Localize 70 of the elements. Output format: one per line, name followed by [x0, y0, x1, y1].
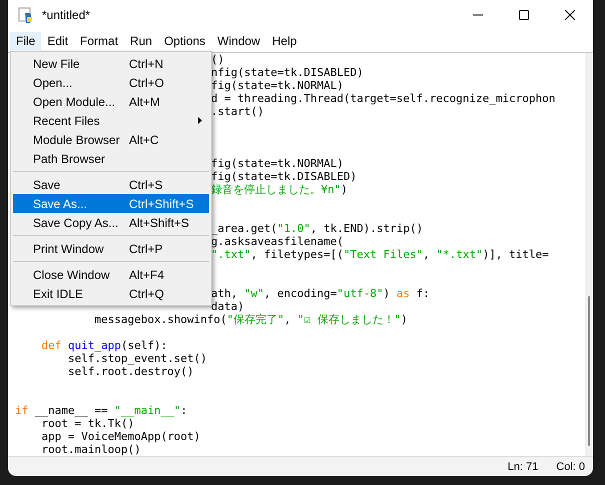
- code-text: fig(state=tk.NORMAL): [211, 79, 344, 92]
- code-text: ath,: [211, 287, 238, 300]
- code-text: data): [211, 300, 244, 313]
- menu-item[interactable]: New File Ctrl+N: [13, 54, 209, 73]
- menu-item[interactable]: Exit IDLE Ctrl+Q: [13, 284, 209, 303]
- code-text: if: [15, 404, 28, 417]
- code-text: root.mainloop(): [41, 443, 141, 456]
- code-text: "☑ 保存しました！": [297, 313, 401, 326]
- menu-item[interactable]: Print Window Ctrl+P: [13, 239, 209, 258]
- code-text: app = VoiceMemoApp(root): [41, 430, 200, 443]
- code-text: ,: [422, 248, 431, 261]
- scrollbar[interactable]: [585, 53, 593, 456]
- code-text: "utf-8": [336, 287, 384, 300]
- window-title: *untitled*: [42, 8, 92, 22]
- menu-title[interactable]: Format: [74, 32, 124, 50]
- menu-title[interactable]: Edit: [41, 32, 74, 50]
- code-text: "Text Files": [343, 248, 423, 261]
- code-text: quit_app: [68, 339, 121, 352]
- code-text: __name__ ==: [34, 404, 109, 417]
- code-text: messagebox.showinfo(: [94, 313, 227, 326]
- menu-title[interactable]: Run: [124, 32, 158, 50]
- code-text: root = tk.Tk(): [41, 417, 134, 430]
- code-text: g.asksaveasfilename(: [211, 235, 344, 248]
- code-text: as: [396, 287, 410, 300]
- menu-title[interactable]: File: [10, 32, 42, 50]
- maximize-icon: [519, 10, 529, 20]
- code-text: "__main__": [114, 404, 181, 417]
- code-text: _area.get(: [211, 222, 278, 235]
- code-text: ): [340, 183, 348, 196]
- code-text: )], title=: [482, 248, 549, 261]
- code-text: ): [400, 313, 408, 326]
- menu-title[interactable]: Window: [211, 32, 266, 50]
- code-text: f:: [415, 287, 430, 300]
- code-text: d = threading.Thread(target=self.recognize_microphon: [211, 92, 556, 105]
- close-icon: [565, 10, 575, 20]
- submenu-arrow-icon: [198, 117, 202, 124]
- code-text: .start(): [211, 105, 264, 118]
- code-text: ".txt": [211, 248, 251, 261]
- code-text: ): [383, 287, 391, 300]
- menu-title[interactable]: Options: [158, 32, 212, 50]
- code-text: (): [211, 53, 224, 66]
- code-text: , tk.END).strip(): [310, 222, 423, 235]
- code-text: fig(state=tk.NORMAL): [211, 157, 344, 170]
- menu-item[interactable]: Close Window Alt+F4: [13, 265, 209, 284]
- code-text: :: [180, 404, 188, 417]
- menu-item[interactable]: Path Browser: [13, 149, 209, 168]
- code-text: ,: [284, 313, 292, 326]
- code-text: "*.txt": [436, 248, 483, 261]
- menu-item[interactable]: Save As... Ctrl+Shift+S: [13, 194, 209, 213]
- code-text: , filetypes=[(: [250, 248, 344, 261]
- code-text: "1.0": [277, 222, 310, 235]
- python-icon: [18, 7, 34, 23]
- menu-item[interactable]: Save Copy As... Alt+Shift+S: [13, 213, 209, 232]
- column-number: Col: 0: [556, 460, 585, 472]
- code-text: def: [41, 339, 62, 352]
- code-text: self.stop_event.set(): [68, 352, 208, 365]
- menu-title[interactable]: Help: [266, 32, 303, 50]
- line-number: Ln: 71: [508, 460, 538, 472]
- code-text: "保存完了": [226, 313, 284, 326]
- code-text: , encoding=: [264, 287, 337, 300]
- menu-item[interactable]: Open... Ctrl+O: [13, 73, 209, 92]
- code-text: fig(state=tk.DISABLED): [211, 170, 357, 183]
- code-text: self.root.destroy(): [68, 365, 194, 378]
- menu-item[interactable]: Save Ctrl+S: [13, 175, 209, 194]
- code-text: nfig(state=tk.DISABLED): [211, 66, 364, 79]
- code-text: (self):: [120, 339, 168, 352]
- code-text: "w": [244, 287, 264, 300]
- menu-item[interactable]: Module Browser Alt+C: [13, 130, 209, 149]
- menu-item[interactable]: Open Module... Alt+M: [13, 92, 209, 111]
- menu-item[interactable]: Recent Files: [13, 111, 209, 130]
